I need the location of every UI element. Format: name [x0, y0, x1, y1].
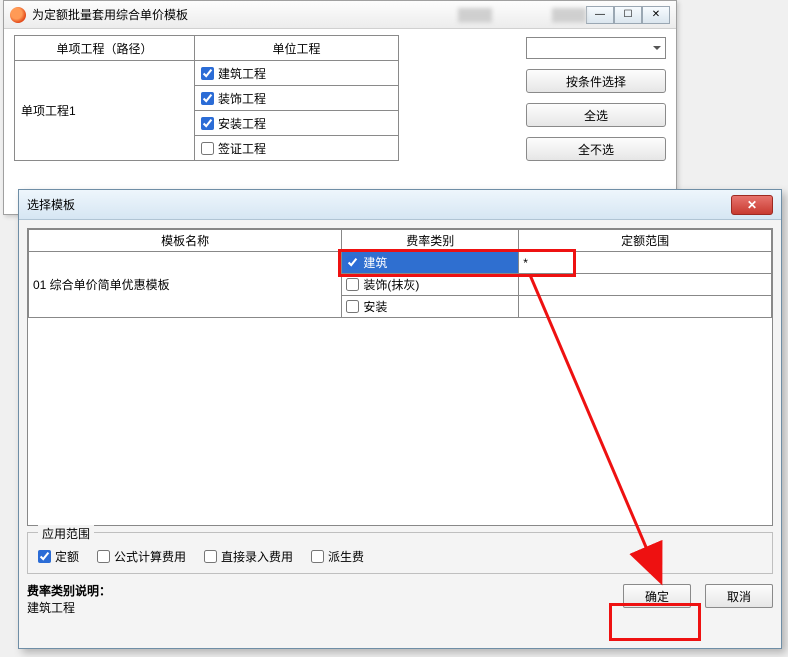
unit-label: 建筑工程: [218, 65, 266, 82]
rate-label: 安装: [363, 298, 387, 315]
rate-checkbox[interactable]: [346, 256, 359, 269]
scope-groupbox: 应用范围 定额 公式计算费用 直接录入费用 派生费: [27, 532, 773, 574]
scope-option[interactable]: 定额: [38, 548, 79, 565]
dialog-titlebar: 选择模板 ✕: [19, 190, 781, 220]
main-window: 为定额批量套用综合单价模板 ████████ — ☐ ✕ 单项工程（路径） 单位…: [3, 0, 677, 215]
maximize-button[interactable]: ☐: [614, 6, 642, 24]
scope-label: 直接录入费用: [221, 548, 293, 565]
rate-label: 建筑: [363, 254, 387, 271]
rate-label: 装饰(抹灰): [363, 276, 419, 293]
description-row: 费率类别说明： 建筑工程 确定 取消: [27, 582, 773, 616]
minimize-button[interactable]: —: [586, 6, 614, 24]
dialog-body: 模板名称 费率类别 定额范围 01 综合单价简单优惠模板 建筑 * 装饰(抹灰)…: [19, 220, 781, 624]
filter-combo[interactable]: [526, 37, 666, 59]
main-body: 单项工程（路径） 单位工程 单项工程1 建筑工程 装饰工程 安装工程 签证工程 …: [4, 29, 676, 167]
scope-group-title: 应用范围: [38, 525, 94, 542]
scope-cell: *: [519, 252, 772, 274]
rate-checkbox[interactable]: [346, 300, 359, 313]
select-all-button[interactable]: 全选: [526, 103, 666, 127]
template-name-cell: 01 综合单价简单优惠模板: [29, 252, 342, 318]
ok-button[interactable]: 确定: [623, 584, 691, 608]
scope-label: 派生费: [328, 548, 364, 565]
unit-label: 签证工程: [218, 140, 266, 157]
scope-option[interactable]: 直接录入费用: [204, 548, 293, 565]
select-template-dialog: 选择模板 ✕ 模板名称 费率类别 定额范围 01 综合单价简单优惠模板 建筑 *…: [18, 189, 782, 649]
blurred-toolbar: ████████: [258, 4, 586, 26]
rate-checkbox[interactable]: [346, 278, 359, 291]
project-table: 单项工程（路径） 单位工程 单项工程1 建筑工程 装饰工程 安装工程 签证工程: [14, 35, 399, 161]
window-buttons: — ☐ ✕: [586, 6, 670, 24]
select-none-button[interactable]: 全不选: [526, 137, 666, 161]
scope-checkbox[interactable]: [311, 550, 324, 563]
scope-checkbox[interactable]: [97, 550, 110, 563]
close-button[interactable]: ✕: [642, 6, 670, 24]
unit-checkbox[interactable]: [201, 117, 214, 130]
scope-label: 公式计算费用: [114, 548, 186, 565]
window-title: 为定额批量套用综合单价模板: [32, 6, 258, 23]
cancel-button[interactable]: 取消: [705, 584, 773, 608]
col-header-scope: 定额范围: [519, 230, 772, 252]
col-header-unit: 单位工程: [195, 36, 399, 61]
unit-label: 装饰工程: [218, 90, 266, 107]
rate-row-selected[interactable]: 01 综合单价简单优惠模板 建筑 *: [29, 252, 772, 274]
col-header-path: 单项工程（路径）: [15, 36, 195, 61]
titlebar: 为定额批量套用综合单价模板 ████████ — ☐ ✕: [4, 1, 676, 29]
col-header-rate: 费率类别: [342, 230, 519, 252]
template-grid: 模板名称 费率类别 定额范围 01 综合单价简单优惠模板 建筑 * 装饰(抹灰)…: [27, 228, 773, 526]
rate-desc-text: 建筑工程: [27, 599, 623, 616]
rate-desc-title: 费率类别说明：: [27, 582, 623, 599]
scope-option[interactable]: 派生费: [311, 548, 364, 565]
unit-checkbox[interactable]: [201, 67, 214, 80]
unit-label: 安装工程: [218, 115, 266, 132]
scope-checkbox[interactable]: [204, 550, 217, 563]
unit-checkbox[interactable]: [201, 92, 214, 105]
scope-option[interactable]: 公式计算费用: [97, 548, 186, 565]
scope-checkbox[interactable]: [38, 550, 51, 563]
app-icon: [10, 7, 26, 23]
unit-checkbox[interactable]: [201, 142, 214, 155]
scope-cell: [519, 274, 772, 296]
col-header-template-name: 模板名称: [29, 230, 342, 252]
scope-cell: [519, 296, 772, 318]
dialog-title: 选择模板: [27, 196, 731, 213]
dialog-close-button[interactable]: ✕: [731, 195, 773, 215]
scope-label: 定额: [55, 548, 79, 565]
filter-button[interactable]: 按条件选择: [526, 69, 666, 93]
right-toolbar: 按条件选择 全选 全不选: [526, 35, 666, 161]
path-cell: 单项工程1: [15, 61, 195, 161]
